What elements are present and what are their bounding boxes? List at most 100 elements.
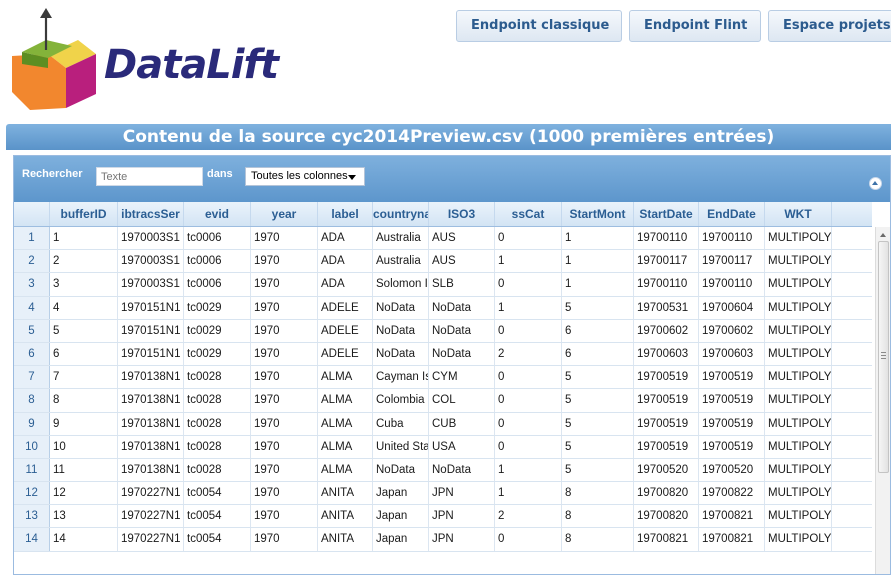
table-cell: ANITA [318, 482, 373, 505]
search-input[interactable] [96, 167, 203, 186]
table-cell: 19700531 [634, 296, 699, 319]
row-number: 4 [14, 296, 50, 319]
table-cell: 5 [562, 435, 634, 458]
datalift-logo[interactable]: DataLift [8, 6, 308, 116]
column-header[interactable]: countryna [373, 202, 429, 226]
table-row[interactable]: 2 2 1970003S1 tc0006 1970 ADA Australia AUS 1 1 19… [14, 250, 872, 274]
table-cell: tc0028 [184, 412, 251, 435]
table-cell: 5 [562, 366, 634, 389]
table-cell: 14 [50, 528, 118, 551]
table-cell: ADA [318, 250, 373, 273]
table-row[interactable]: 11 11 1970138N1 tc0028 1970 ALMA NoData NoData 1… [14, 458, 872, 483]
column-header[interactable]: ibtracsSer [118, 202, 184, 226]
table-cell: NoData [373, 342, 429, 366]
table-cell: MULTIPOLY [765, 458, 832, 482]
table-cell: Solomon Is [373, 273, 429, 296]
table-cell: 19700117 [634, 250, 699, 273]
table-cell: 1970 [251, 273, 318, 296]
row-number: 14 [14, 528, 50, 551]
row-number: 3 [14, 273, 50, 296]
table-row[interactable]: 4 4 1970151N1 tc0029 1970 ADELE NoData NoData 1 5… [14, 296, 872, 320]
table-cell: 1 [562, 250, 634, 273]
column-header[interactable]: year [251, 202, 318, 226]
table-cell: 3 [50, 273, 118, 296]
table-row[interactable]: 10 10 1970138N1 tc0028 1970 ALMA United Stat US… [14, 435, 872, 459]
column-select-value: Toutes les colonnes [251, 170, 348, 182]
table-row[interactable]: 3 3 1970003S1 tc0006 1970 ADA Solomon Is SLB 0 1 1… [14, 273, 872, 297]
table-cell: 2 [495, 505, 562, 528]
table-cell: 1970138N1 [118, 458, 184, 482]
table-cell: 19700822 [699, 482, 765, 505]
table-cell: 19700520 [699, 458, 765, 482]
table-row[interactable]: 1 1 1970003S1 tc0006 1970 ADA Australia AUS 0 1 19… [14, 227, 872, 251]
table-cell: Australia [373, 250, 429, 273]
table-row[interactable]: 9 9 1970138N1 tc0028 1970 ALMA Cuba CUB 0 5 197005… [14, 412, 872, 436]
table-cell: 1970 [251, 505, 318, 528]
column-header[interactable]: ssCat [495, 202, 562, 226]
column-header[interactable]: EndDate [699, 202, 765, 226]
table-cell: 0 [495, 227, 562, 250]
column-header[interactable]: evid [184, 202, 251, 226]
endpoint-classique-button[interactable]: Endpoint classique [456, 10, 622, 42]
column-header[interactable]: StartDate [634, 202, 699, 226]
table-cell: tc0054 [184, 505, 251, 528]
table-cell: 1970227N1 [118, 505, 184, 528]
table-row[interactable]: 13 13 1970227N1 tc0054 1970 ANITA Japan JPN 2 8 19… [14, 505, 872, 529]
table-cell: 19700519 [634, 412, 699, 435]
espace-projets-button[interactable]: Espace projets [768, 10, 891, 42]
page-title-bar: Contenu de la source cyc2014Preview.csv … [6, 124, 891, 150]
table-cell: 8 [50, 389, 118, 412]
table-cell: 1 [50, 227, 118, 250]
table-row[interactable]: 7 7 1970138N1 tc0028 1970 ALMA Cayman Isl CYM 0 5… [14, 366, 872, 390]
row-number: 8 [14, 389, 50, 412]
table-row[interactable]: 8 8 1970138N1 tc0028 1970 ALMA Colombia COL 0 5 19… [14, 389, 872, 413]
table-cell: 10 [50, 435, 118, 458]
table-cell: SLB [429, 273, 495, 296]
table-cell: tc0028 [184, 366, 251, 389]
table-cell: MULTIPOLY [765, 412, 832, 435]
column-header[interactable]: label [318, 202, 373, 226]
table-cell: Japan [373, 482, 429, 505]
row-number-header [14, 202, 50, 226]
table-header: bufferID ibtracsSer evid year label countryna… [14, 202, 872, 227]
logo-text: DataLift [104, 42, 279, 88]
table-cell: MULTIPOLY [765, 366, 832, 389]
table-cell: 1970138N1 [118, 435, 184, 458]
table-row[interactable]: 6 6 1970151N1 tc0029 1970 ADELE NoData NoData 2 6… [14, 342, 872, 367]
table-row[interactable]: 12 12 1970227N1 tc0054 1970 ANITA Japan JPN 1 8 19… [14, 482, 872, 506]
table-cell: tc0028 [184, 389, 251, 412]
row-number: 2 [14, 250, 50, 273]
table-cell: 1970227N1 [118, 482, 184, 505]
table-cell: 19700821 [699, 528, 765, 551]
row-number: 5 [14, 319, 50, 342]
table-cell: Japan [373, 528, 429, 551]
column-header[interactable]: WKT [765, 202, 832, 226]
table-cell: NoData [429, 296, 495, 319]
vertical-scrollbar[interactable] [875, 227, 890, 574]
column-header[interactable]: bufferID [50, 202, 118, 226]
table-cell: 0 [495, 319, 562, 342]
endpoint-flint-button[interactable]: Endpoint Flint [629, 10, 761, 42]
row-number: 11 [14, 458, 50, 482]
table-cell: MULTIPOLY [765, 319, 832, 342]
table-row[interactable]: 5 5 1970151N1 tc0029 1970 ADELE NoData NoData 0 6… [14, 319, 872, 343]
grid-toolbar: Rechercher dans Toutes les colonnes [14, 156, 890, 202]
table-cell: 19700519 [634, 435, 699, 458]
table-cell: 19700110 [634, 227, 699, 250]
table-cell: MULTIPOLY [765, 250, 832, 273]
column-select[interactable]: Toutes les colonnes [245, 167, 365, 186]
table-row[interactable]: 14 14 1970227N1 tc0054 1970 ANITA Japan JPN 0 8 19… [14, 528, 872, 552]
column-header[interactable]: ISO3 [429, 202, 495, 226]
table-cell: 1 [562, 273, 634, 296]
table-cell: 5 [562, 296, 634, 319]
scroll-up-icon[interactable] [880, 233, 886, 237]
table-cell: 1 [562, 227, 634, 250]
table-cell: ALMA [318, 458, 373, 482]
table-cell: 1970 [251, 435, 318, 458]
column-header[interactable]: StartMont [562, 202, 634, 226]
table-cell: NoData [429, 319, 495, 342]
table-cell: tc0006 [184, 227, 251, 250]
scrollbar-thumb[interactable] [878, 241, 889, 473]
collapse-up-icon[interactable] [869, 177, 882, 190]
table-cell: 1970138N1 [118, 412, 184, 435]
